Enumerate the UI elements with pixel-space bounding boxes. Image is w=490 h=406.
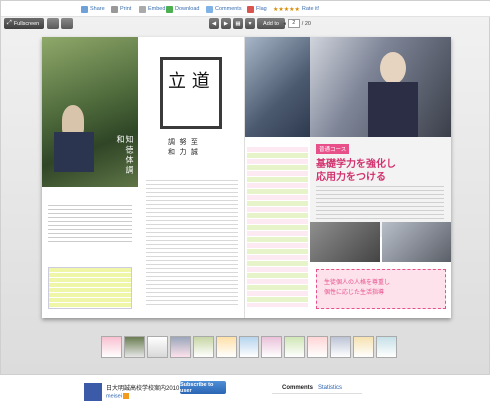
- view-mode-button[interactable]: [47, 18, 59, 29]
- flag-label: Flag: [256, 6, 267, 12]
- page-navigator: ◂ 2 / 20: [283, 18, 311, 29]
- fullscreen-icon: ⤢: [7, 20, 12, 26]
- school-motto: 調 努 至 和 力 誠: [168, 138, 198, 156]
- principal-face: [62, 105, 84, 135]
- print-icon: [111, 5, 118, 13]
- thumbnail[interactable]: [215, 336, 237, 358]
- author-name: meisei: [106, 393, 122, 400]
- download-label: Download: [175, 6, 200, 12]
- download-icon: [166, 5, 173, 13]
- comments-label: Comments: [215, 6, 242, 12]
- comments-icon: [206, 5, 213, 13]
- zoom-out-button[interactable]: ◀: [209, 18, 219, 29]
- history-table: [48, 267, 132, 309]
- classroom-photo: [245, 37, 310, 137]
- student-face: [380, 52, 406, 84]
- document-info: [0, 376, 490, 406]
- page-1: 知 徳 体 調 和: [42, 37, 138, 318]
- course-text: [316, 183, 444, 219]
- tab-divider: [272, 393, 362, 394]
- document-title: 日大明誠高校学校案内2010: [106, 386, 180, 392]
- student-uniform: [368, 82, 418, 137]
- page-4: 普通コース 基礎学力を強化し 応用力をつける 生徒個人の人格を尊重し 個性に応じ…: [310, 37, 451, 318]
- rss-icon[interactable]: [123, 393, 130, 399]
- add-to-label: Add to: [263, 20, 279, 27]
- course-title-2: 応用力をつける: [316, 172, 386, 183]
- book-spread[interactable]: 知 徳 体 調 和 ⽴ 道 調 努 至 和 力 誠 普通コース 基礎学力を強化し…: [42, 37, 451, 318]
- callout-line-1: 生徒個人の人格を尊重し: [324, 280, 391, 286]
- thumbnail[interactable]: [330, 336, 352, 358]
- group-photo: [310, 222, 380, 262]
- print-button[interactable]: Print: [111, 4, 131, 14]
- viewer-toolbar: ⤢ Fullscreen ◀ ▶ ▦ ♥ Add to ◂ 2 / 20: [1, 17, 490, 31]
- author-avatar[interactable]: [84, 383, 102, 401]
- heart-button[interactable]: ♥: [245, 18, 255, 29]
- body-text: [146, 177, 238, 307]
- print-label: Print: [120, 6, 132, 12]
- vertical-motto: 知 徳 体 調 和: [116, 135, 134, 174]
- curriculum-table: [247, 147, 308, 307]
- flag-icon: [247, 5, 254, 13]
- zoom-in-button[interactable]: ▶: [221, 18, 231, 29]
- callout-line-2: 個性に応じた生活指導: [324, 290, 385, 296]
- principal-suit: [54, 132, 94, 172]
- thumbnail[interactable]: [146, 336, 168, 358]
- thumbnail[interactable]: [307, 336, 329, 358]
- embed-label: Embed: [148, 6, 166, 12]
- thumbnail[interactable]: [169, 336, 191, 358]
- thumbnail[interactable]: [123, 336, 145, 358]
- document-viewer: Share Print Embed Download Comments Flag…: [0, 0, 490, 375]
- lecture-photo: [382, 222, 451, 262]
- page-3: [245, 37, 310, 318]
- text-column: [48, 202, 132, 242]
- action-bar: Share Print Embed Download Comments Flag…: [1, 1, 490, 17]
- flag-button[interactable]: Flag: [247, 4, 267, 14]
- page-total: / 20: [301, 20, 311, 27]
- share-button[interactable]: Share: [81, 4, 105, 14]
- thumbnail[interactable]: [101, 336, 122, 358]
- download-button[interactable]: Download: [166, 4, 199, 14]
- thumbnail[interactable]: [261, 336, 283, 358]
- prev-page-icon[interactable]: ◂: [283, 21, 286, 27]
- grid-view-button[interactable]: ▦: [233, 18, 243, 29]
- rating-stars[interactable]: ★★★★★ Rate it!: [273, 4, 319, 14]
- page-2: ⽴ 道 調 努 至 和 力 誠: [138, 37, 245, 318]
- calligraphy-art: ⽴ 道: [168, 71, 210, 92]
- thumbnail[interactable]: [353, 336, 375, 358]
- tab-statistics[interactable]: Statistics: [318, 385, 342, 391]
- thumbnail-strip: [101, 336, 397, 358]
- settings-button[interactable]: [61, 18, 73, 29]
- thumbnail[interactable]: [192, 336, 214, 358]
- thumbnail[interactable]: [284, 336, 306, 358]
- embed-icon: [139, 5, 146, 13]
- share-icon: [81, 5, 88, 13]
- course-badge: 普通コース: [316, 144, 350, 154]
- rate-label: Rate it!: [301, 6, 320, 12]
- fullscreen-button[interactable]: ⤢ Fullscreen: [4, 18, 44, 29]
- thumbnail[interactable]: [376, 336, 397, 358]
- share-label: Share: [90, 6, 105, 12]
- comments-button[interactable]: Comments: [206, 4, 242, 14]
- star-icons: ★★★★★: [273, 6, 300, 13]
- tab-comments[interactable]: Comments: [282, 385, 313, 391]
- embed-button[interactable]: Embed: [139, 4, 165, 14]
- author-link[interactable]: meisei: [106, 393, 130, 400]
- fullscreen-label: Fullscreen: [13, 20, 40, 27]
- subscribe-button[interactable]: Subscribe to user: [180, 381, 226, 394]
- add-to-button[interactable]: Add to: [257, 18, 285, 29]
- thumbnail[interactable]: [238, 336, 260, 358]
- page-input[interactable]: 2: [287, 19, 300, 28]
